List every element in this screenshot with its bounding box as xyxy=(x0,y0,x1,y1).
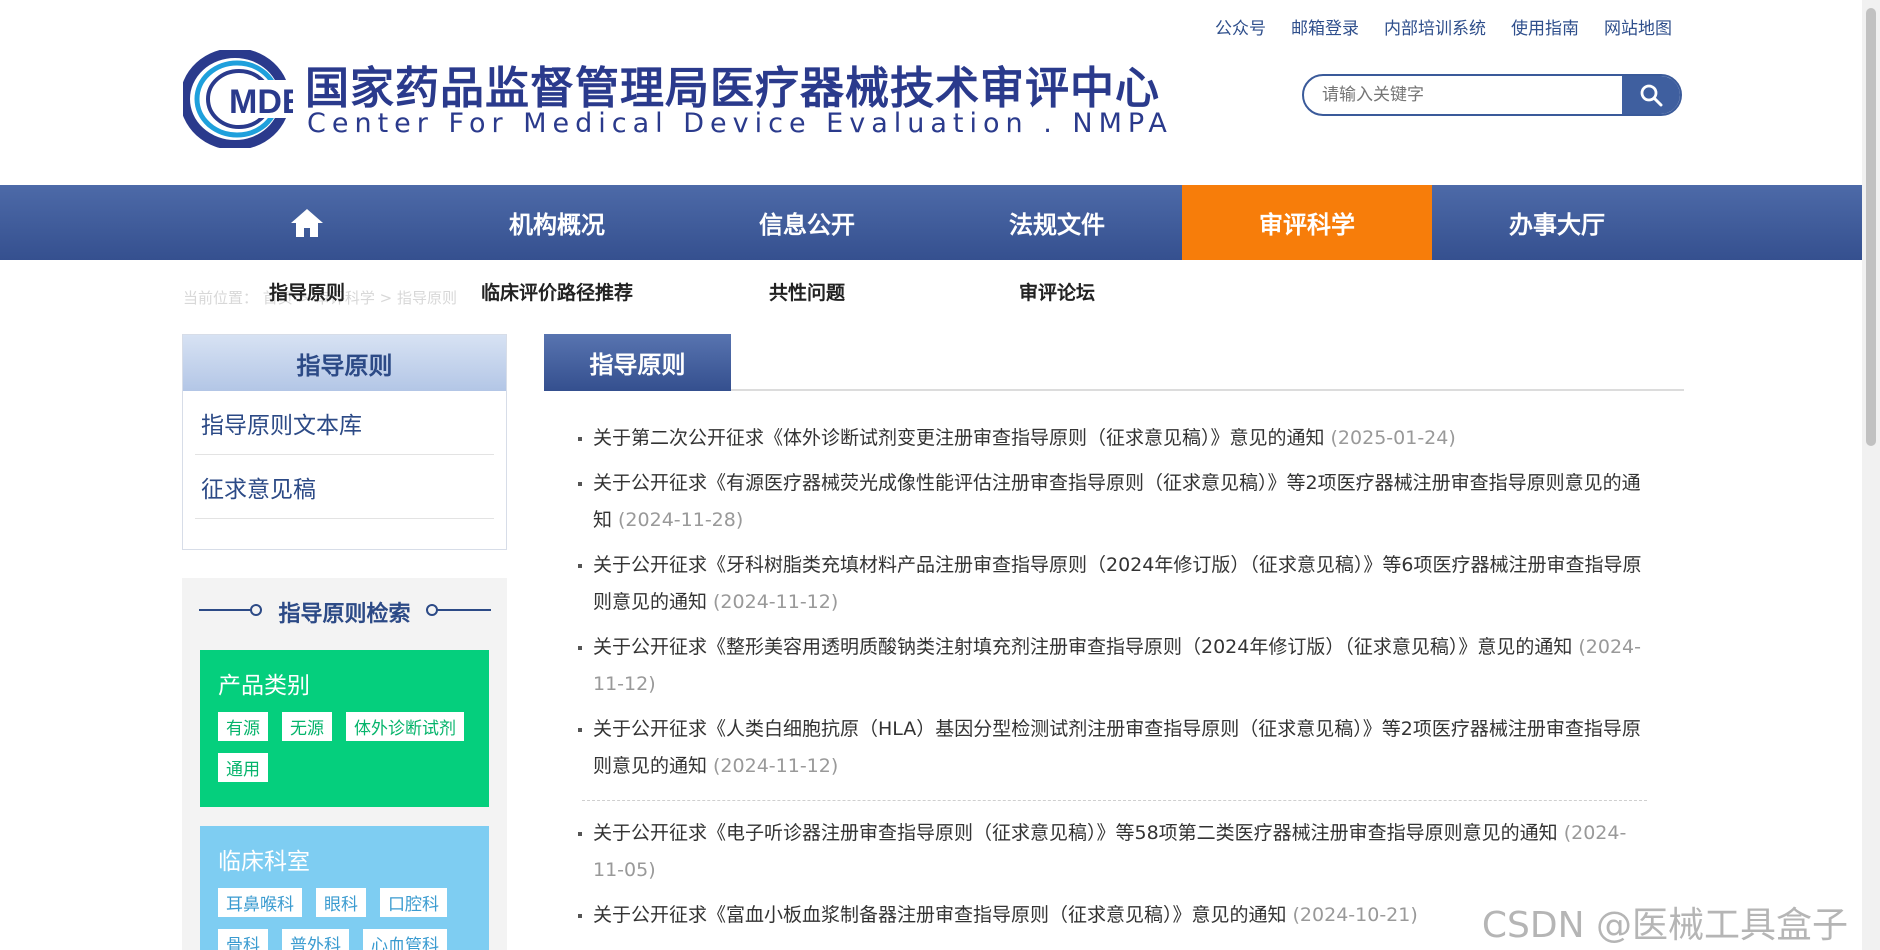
tag-ophthalmology[interactable]: 眼科 xyxy=(316,888,366,917)
clinical-dept-box: 临床科室 耳鼻喉科 眼科 口腔科 骨科 普外科 心血管科 xyxy=(200,826,489,950)
top-link-sitemap[interactable]: 网站地图 xyxy=(1604,14,1672,39)
search-icon xyxy=(1640,84,1663,107)
guideline-search-panel: 指导原则检索 产品类别 有源 无源 体外诊断试剂 通用 临床科室 耳鼻喉科 眼科… xyxy=(182,578,507,950)
news-date: (2024-11-12) xyxy=(713,591,839,613)
top-links: 公众号 邮箱登录 内部培训系统 使用指南 网站地图 xyxy=(1215,14,1672,39)
top-link-mail-login[interactable]: 邮箱登录 xyxy=(1291,14,1359,39)
list-item[interactable]: 关于第二次公开征求《体外诊断试剂变更注册审查指导原则（征求意见稿）》意见的通知(… xyxy=(578,420,1648,457)
search-button[interactable] xyxy=(1622,76,1680,114)
list-item[interactable]: 关于公开征求《人类白细胞抗原（HLA）基因分型检测试剂注册审查指导原则（征求意见… xyxy=(578,711,1648,785)
content-tab[interactable]: 指导原则 xyxy=(544,334,731,390)
content-rule-accent xyxy=(544,389,731,391)
nav-about[interactable]: 机构概况 xyxy=(432,185,682,260)
subnav-common-issues[interactable]: 共性问题 xyxy=(682,278,932,305)
home-icon xyxy=(291,208,323,237)
news-title[interactable]: 关于公开征求《富血小板血浆制备器注册审查指导原则（征求意见稿）》意见的通知 xyxy=(593,904,1287,926)
tag-stomatology[interactable]: 口腔科 xyxy=(380,888,447,917)
list-item[interactable]: 关于公开征求《有源医疗器械荧光成像性能评估注册审查指导原则（征求意见稿）》等2项… xyxy=(578,465,1648,539)
top-link-guide[interactable]: 使用指南 xyxy=(1511,14,1579,39)
sidebar-title: 指导原则 xyxy=(183,335,506,391)
subnav-forum[interactable]: 审评论坛 xyxy=(932,278,1182,305)
tag-general-surgery[interactable]: 普外科 xyxy=(282,929,349,950)
site-logo[interactable]: MDE 国家药品监督管理局医疗器械技术审评中心 Center For Medic… xyxy=(183,50,1167,150)
csdn-watermark: CSDN @医械工具盒子 xyxy=(1481,905,1848,946)
tag-passive-device[interactable]: 无源 xyxy=(282,712,332,741)
subnav-guidelines[interactable]: 指导原则 xyxy=(182,278,432,305)
news-date: (2025-01-24) xyxy=(1330,427,1456,449)
list-item[interactable]: 关于公开征求《整形美容用透明质酸钠类注射填充剂注册审查指导原则（2024年修订版… xyxy=(578,629,1648,703)
nav-home[interactable] xyxy=(182,185,432,260)
top-link-wechat[interactable]: 公众号 xyxy=(1215,14,1266,39)
news-title[interactable]: 关于公开征求《电子听诊器注册审查指导原则（征求意见稿）》等58项第二类医疗器械注… xyxy=(593,822,1558,844)
sidebar-item-text-library[interactable]: 指导原则文本库 xyxy=(195,391,494,455)
tag-ent[interactable]: 耳鼻喉科 xyxy=(218,888,302,917)
logo-mark-text: MDE xyxy=(229,83,293,121)
page-scrollbar[interactable] xyxy=(1862,0,1880,950)
search-panel-title: 指导原则检索 xyxy=(278,602,411,627)
tag-ivd[interactable]: 体外诊断试剂 xyxy=(346,712,464,741)
news-list: 关于第二次公开征求《体外诊断试剂变更注册审查指导原则（征求意见稿）》意见的通知(… xyxy=(578,420,1648,934)
subnav-clinical-path[interactable]: 临床评价路径推荐 xyxy=(432,278,682,305)
tag-cardiovascular[interactable]: 心血管科 xyxy=(363,929,447,950)
sidebar-item-draft[interactable]: 征求意见稿 xyxy=(195,455,494,519)
news-title[interactable]: 关于第二次公开征求《体外诊断试剂变更注册审查指导原则（征求意见稿）》意见的通知 xyxy=(593,427,1325,449)
product-category-title: 产品类别 xyxy=(218,673,310,699)
news-date: (2024-11-12) xyxy=(713,755,839,777)
site-search xyxy=(1302,74,1682,116)
site-name-cn: 国家药品监督管理局医疗器械技术审评中心 xyxy=(305,63,1160,114)
sidebar-menu: 指导原则 指导原则文本库 征求意见稿 xyxy=(182,334,507,550)
tag-active-device[interactable]: 有源 xyxy=(218,712,268,741)
search-input[interactable] xyxy=(1304,76,1622,114)
news-divider xyxy=(582,800,1647,801)
scrollbar-thumb[interactable] xyxy=(1866,8,1876,446)
mde-logo-icon: MDE xyxy=(183,50,293,148)
page: 公众号 邮箱登录 内部培训系统 使用指南 网站地图 MDE 国家药品监督管理局医… xyxy=(0,0,1862,950)
main-nav: 机构概况 信息公开 法规文件 审评科学 办事大厅 xyxy=(0,185,1862,260)
nav-service-hall[interactable]: 办事大厅 xyxy=(1432,185,1682,260)
sub-nav: 指导原则 临床评价路径推荐 共性问题 审评论坛 xyxy=(182,278,1182,305)
product-category-box: 产品类别 有源 无源 体外诊断试剂 通用 xyxy=(200,650,489,807)
tag-orthopedics[interactable]: 骨科 xyxy=(218,929,268,950)
list-item[interactable]: 关于公开征求《电子听诊器注册审查指导原则（征求意见稿）》等58项第二类医疗器械注… xyxy=(578,815,1648,889)
news-date: (2024-11-28) xyxy=(618,509,744,531)
news-date: (2024-10-21) xyxy=(1292,904,1418,926)
top-link-internal-training[interactable]: 内部培训系统 xyxy=(1384,14,1486,39)
nav-regulations[interactable]: 法规文件 xyxy=(932,185,1182,260)
site-name-en: Center For Medical Device Evaluation . N… xyxy=(307,108,1173,139)
news-title[interactable]: 关于公开征求《整形美容用透明质酸钠类注射填充剂注册审查指导原则（2024年修订版… xyxy=(593,636,1572,658)
nav-info[interactable]: 信息公开 xyxy=(682,185,932,260)
news-title[interactable]: 关于公开征求《有源医疗器械荧光成像性能评估注册审查指导原则（征求意见稿）》等2项… xyxy=(593,472,1641,531)
clinical-dept-title: 临床科室 xyxy=(218,849,310,875)
nav-review-science[interactable]: 审评科学 xyxy=(1182,185,1432,260)
list-item[interactable]: 关于公开征求《牙科树脂类充填材料产品注册审查指导原则（2024年修订版）（征求意… xyxy=(578,547,1648,621)
tag-general[interactable]: 通用 xyxy=(218,753,268,782)
